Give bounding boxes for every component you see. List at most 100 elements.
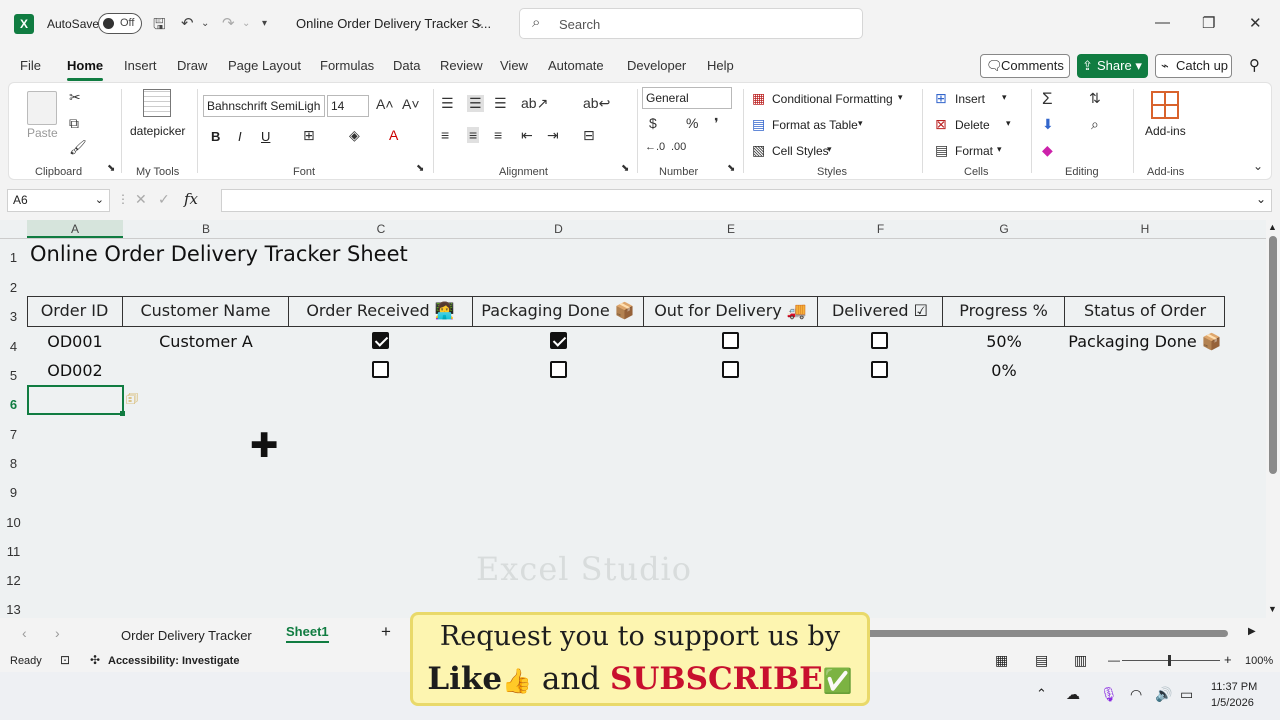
redo-icon[interactable]: ↷ [222,14,235,32]
header-delivered[interactable]: Delivered ☑ [818,296,943,326]
copy-icon[interactable]: ⧉ [69,115,79,132]
tab-developer[interactable]: Developer [627,58,686,73]
name-box[interactable]: A6 ⌄ [7,189,110,212]
clear-icon[interactable]: ◆ [1042,142,1053,159]
cell-order-id[interactable]: OD002 [27,361,123,380]
column-header-e[interactable]: E [644,220,818,238]
chevron-down-icon[interactable]: ⌄ [474,16,484,30]
decrease-indent-icon[interactable]: ⇤ [521,127,533,144]
find-select-icon[interactable]: ⌕ [1091,116,1099,133]
scroll-right-icon[interactable]: ▶ [1248,626,1256,637]
redo-dropdown-icon[interactable]: ⌄ [242,18,250,29]
minimize-icon[interactable]: — [1155,14,1170,31]
catch-up-button[interactable]: ⌁ Catch up [1155,54,1232,78]
formula-input[interactable] [221,189,1272,212]
worksheet-grid[interactable]: A B C D E F G H 1 2 3 4 5 6 7 8 9 10 11 … [0,220,1266,618]
header-packaging-done[interactable]: Packaging Done 📦 [473,296,644,326]
battery-icon[interactable]: ▭ [1180,686,1193,703]
zoom-slider[interactable] [1122,660,1220,661]
fill-icon[interactable]: ⬇ [1042,116,1054,133]
search-input[interactable]: ⌕ Search [519,8,863,39]
chevron-up-icon[interactable]: ⌃ [1036,686,1047,702]
column-header-d[interactable]: D [473,220,644,238]
add-ins-icon[interactable] [1151,91,1179,119]
page-break-view-icon[interactable]: ▥ [1074,652,1087,669]
align-center-icon[interactable]: ≡ [467,127,480,143]
cell-progress[interactable]: 0% [943,361,1065,380]
cell-progress[interactable]: 50% [943,332,1065,351]
save-icon[interactable]: 🖫 [153,14,166,39]
row-header[interactable]: 8 [0,456,27,471]
cancel-icon[interactable]: ✕ [135,191,147,208]
format-cells-icon[interactable]: ▤ [935,142,948,159]
insert-function-button[interactable]: fx [184,190,198,208]
increase-font-icon[interactable]: A˄ [376,96,394,112]
checkbox-packaging[interactable] [550,332,567,349]
tab-help[interactable]: Help [707,58,734,73]
copilot-icon[interactable]: ⚲ [1249,56,1260,74]
orientation-icon[interactable]: ab↗ [521,95,548,112]
align-middle-icon[interactable]: ☰ [467,95,484,112]
font-color-icon[interactable]: A [389,127,398,143]
clipboard-launcher-icon[interactable]: ⬊ [107,163,115,174]
wifi-icon[interactable]: ◠ [1130,686,1142,703]
microphone-icon[interactable]: 🎙 [1100,686,1118,703]
format-as-table-button[interactable]: Format as Table [772,118,858,132]
sheet-tab-order-delivery-tracker[interactable]: Order Delivery Tracker [121,628,252,643]
close-icon[interactable]: ✕ [1249,14,1262,32]
row-header[interactable]: 1 [0,250,27,265]
page-layout-view-icon[interactable]: ▤ [1035,652,1048,669]
font-launcher-icon[interactable]: ⬊ [416,163,424,174]
row-header[interactable]: 9 [0,485,27,500]
format-painter-icon[interactable]: 🖌 [69,139,87,156]
tab-insert[interactable]: Insert [124,58,157,73]
cut-icon[interactable]: ✂ [69,89,81,106]
horizontal-scroll-thumb[interactable] [866,630,1228,637]
align-right-icon[interactable]: ≡ [494,127,502,143]
column-header-b[interactable]: B [123,220,289,238]
document-title[interactable]: Online Order Delivery Tracker S... [296,16,491,31]
number-format-select[interactable]: General [642,87,732,109]
format-cells-button[interactable]: Format [955,144,993,158]
row-header[interactable]: 6 [0,397,27,412]
zoom-level[interactable]: 100% [1245,655,1273,667]
sheet-title[interactable]: Online Order Delivery Tracker Sheet [30,242,630,266]
column-header-a[interactable]: A [27,220,123,238]
row-header[interactable]: 3 [0,309,27,324]
tab-page-layout[interactable]: Page Layout [228,58,301,73]
zoom-out-icon[interactable]: — [1108,653,1120,667]
expand-formula-bar-icon[interactable]: ⌄ [1256,192,1266,206]
alignment-launcher-icon[interactable]: ⬊ [621,163,629,174]
cell-styles-button[interactable]: Cell Styles [772,144,829,158]
row-header[interactable]: 4 [0,339,27,354]
tab-review[interactable]: Review [440,58,483,73]
tab-view[interactable]: View [500,58,528,73]
font-name-select[interactable]: Bahnschrift SemiLigh [203,95,325,117]
macro-record-icon[interactable]: ⊡ [60,653,70,667]
zoom-slider-thumb[interactable] [1168,655,1171,666]
clock-time[interactable]: 11:37 PM [1211,681,1257,693]
increase-indent-icon[interactable]: ⇥ [547,127,559,144]
checkbox-out-for-delivery[interactable] [722,361,739,378]
tab-home[interactable]: Home [67,58,103,73]
wrap-text-icon[interactable]: ab↩ [583,95,610,112]
header-out-for-delivery[interactable]: Out for Delivery 🚚 [644,296,818,326]
checkbox-delivered[interactable] [871,332,888,349]
column-header-c[interactable]: C [289,220,473,238]
normal-view-icon[interactable]: ▦ [995,652,1008,669]
align-top-icon[interactable]: ☰ [441,95,454,112]
paste-button[interactable]: Paste [27,126,58,140]
column-header-f[interactable]: F [818,220,943,238]
column-header-g[interactable]: G [943,220,1065,238]
row-header[interactable]: 13 [0,602,27,617]
tab-draw[interactable]: Draw [177,58,207,73]
fill-handle[interactable] [120,411,125,416]
underline-button[interactable]: U [261,129,270,144]
tab-formulas[interactable]: Formulas [320,58,374,73]
fill-color-icon[interactable]: ◈ [349,127,360,144]
tab-automate[interactable]: Automate [548,58,604,73]
datepicker-icon[interactable] [143,89,171,117]
delete-cells-button[interactable]: Delete [955,118,990,132]
decrease-font-icon[interactable]: A˅ [402,96,420,112]
row-header[interactable]: 10 [0,515,27,530]
